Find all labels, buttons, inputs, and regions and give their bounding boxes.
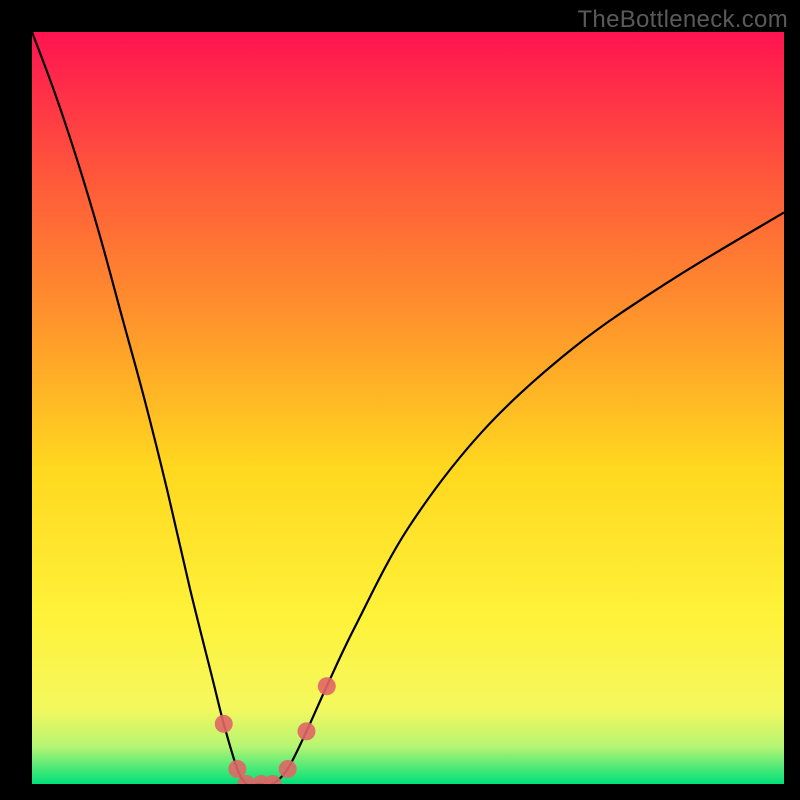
- marker-dot: [228, 760, 246, 778]
- marker-dot: [279, 760, 297, 778]
- marker-dot: [318, 677, 336, 695]
- chart-background: [32, 32, 784, 784]
- watermark-text: TheBottleneck.com: [577, 6, 788, 34]
- chart-area: [32, 32, 784, 784]
- marker-dot: [297, 722, 315, 740]
- marker-dot: [215, 715, 233, 733]
- bottleneck-chart: [32, 32, 784, 784]
